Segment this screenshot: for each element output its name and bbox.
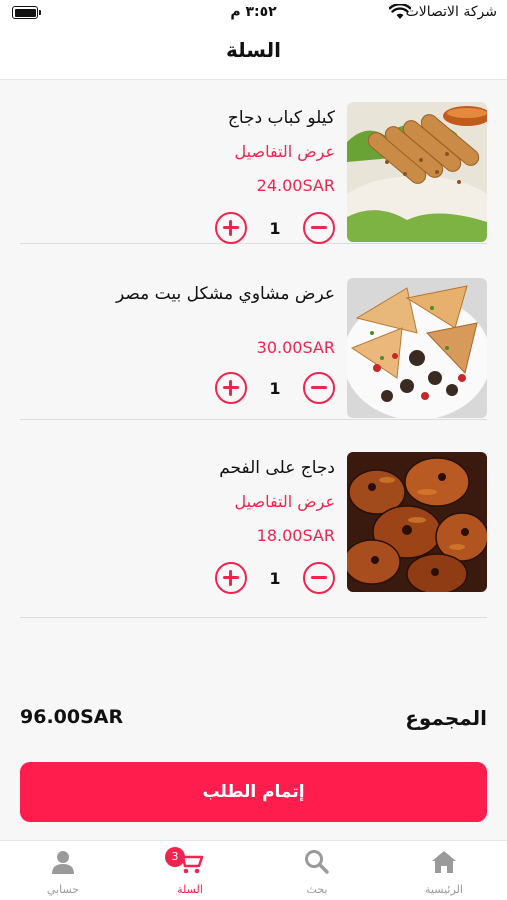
quantity-stepper: 1 — [215, 212, 335, 246]
total-label: المجموع — [405, 706, 487, 730]
tab-label: الرئيسية — [425, 883, 463, 896]
decrease-quantity-button[interactable] — [303, 562, 335, 594]
item-name: دجاج على الفحم — [219, 458, 335, 478]
cart-item: كيلو كباب دجاج عرض التفاصيل 24.00SAR 1 — [20, 82, 487, 244]
increase-quantity-button[interactable] — [215, 562, 247, 594]
item-name: عرض مشاوي مشكل بيت مصر — [116, 284, 335, 304]
decrease-quantity-button[interactable] — [303, 372, 335, 404]
checkout-button[interactable]: إتمام الطلب — [20, 762, 487, 822]
cart-total: 96.00SAR المجموع — [20, 706, 487, 736]
tab-label: حسابي — [46, 883, 80, 896]
view-details-link[interactable]: عرض التفاصيل — [235, 142, 335, 161]
cart-item: عرض مشاوي مشكل بيت مصر 30.00SAR 1 — [20, 258, 487, 420]
view-details-link[interactable]: عرض التفاصيل — [235, 492, 335, 511]
total-value: 96.00SAR — [20, 706, 124, 728]
user-icon — [52, 851, 74, 874]
kebab-image — [347, 102, 487, 242]
item-price: 18.00SAR — [256, 526, 335, 545]
item-price: 30.00SAR — [256, 338, 335, 357]
page-title: السلة — [225, 38, 281, 62]
cart-item: دجاج على الفحم عرض التفاصيل 18.00SAR 1 — [20, 432, 487, 618]
grilled-chicken-image — [347, 452, 487, 592]
quantity-value: 1 — [269, 379, 281, 398]
increase-quantity-button[interactable] — [215, 212, 247, 244]
mixed-grill-image — [347, 278, 487, 418]
tab-search[interactable]: بحث — [254, 841, 380, 900]
quantity-stepper: 1 — [215, 372, 335, 406]
item-price: 24.00SAR — [256, 176, 335, 195]
tab-label: السلة — [177, 883, 203, 896]
search-icon — [305, 850, 329, 874]
quantity-value: 1 — [269, 219, 281, 238]
tab-cart[interactable]: 3 السلة — [127, 841, 253, 900]
decrease-quantity-button[interactable] — [303, 212, 335, 244]
item-name: كيلو كباب دجاج — [227, 108, 335, 128]
nav-bar: السلة — [0, 30, 507, 80]
carrier-name: شركة الاتصالات — [405, 4, 497, 20]
tab-bar: حسابي 3 السلة بحث الرئيسية — [0, 840, 507, 900]
quantity-stepper: 1 — [215, 562, 335, 596]
tab-label: بحث — [306, 883, 328, 896]
quantity-value: 1 — [269, 569, 281, 588]
increase-quantity-button[interactable] — [215, 372, 247, 404]
status-bar: ٣:٥٢ م شركة الاتصالات — [0, 0, 507, 30]
cart-count-badge: 3 — [165, 847, 185, 867]
home-icon — [432, 851, 456, 873]
tab-home[interactable]: الرئيسية — [381, 841, 507, 900]
tab-account[interactable]: حسابي — [0, 841, 126, 900]
